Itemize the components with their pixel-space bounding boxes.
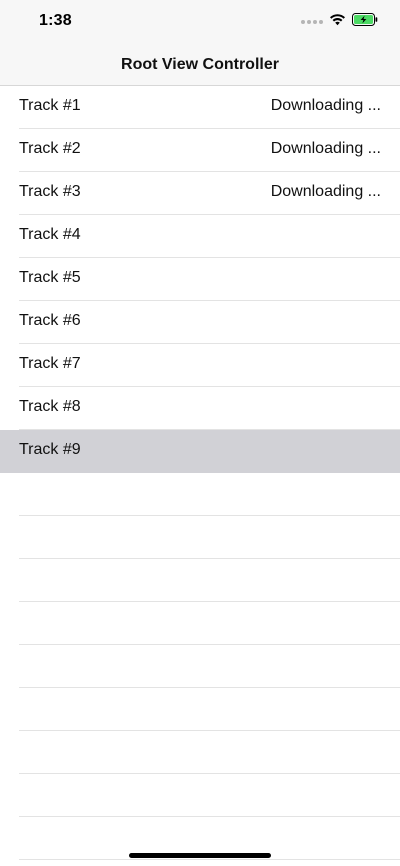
track-title: Track #3 [19,183,81,200]
track-title: Track #4 [19,226,81,243]
empty-row [19,731,400,774]
table-row[interactable]: Track #1 Downloading ... [19,86,400,129]
table-row-selected[interactable]: Track #9 [0,430,400,473]
status-time: 1:38 [39,12,72,29]
track-title: Track #9 [19,441,81,458]
empty-row [19,645,400,688]
empty-row [19,602,400,645]
table-row[interactable]: Track #5 [19,258,400,301]
download-status: Downloading ... [270,140,381,157]
wifi-icon [329,13,346,31]
table-row[interactable]: Track #6 [19,301,400,344]
tracks-table[interactable]: Track #1 Downloading ... Track #2 Downlo… [0,86,400,860]
signal-dots-icon [301,20,323,24]
screen: 1:38 Root View Controller Track #1 Downl… [0,0,400,866]
home-indicator[interactable] [129,853,271,858]
status-icons [301,13,378,31]
empty-row [19,516,400,559]
nav-title: Root View Controller [121,55,279,73]
table-row[interactable]: Track #3 Downloading ... [19,172,400,215]
empty-row [19,559,400,602]
status-bar: 1:38 [0,0,400,44]
navigation-bar: Root View Controller [0,44,400,86]
track-title: Track #8 [19,398,81,415]
table-row[interactable]: Track #8 [19,387,400,430]
track-title: Track #5 [19,269,81,286]
track-title: Track #1 [19,97,81,114]
track-title: Track #7 [19,355,81,372]
empty-row [19,688,400,731]
empty-row [19,774,400,817]
track-title: Track #6 [19,312,81,329]
download-status: Downloading ... [270,97,381,114]
battery-charging-icon [352,13,378,31]
empty-row [19,473,400,516]
download-status: Downloading ... [270,183,381,200]
table-row[interactable]: Track #2 Downloading ... [19,129,400,172]
table-row[interactable]: Track #7 [19,344,400,387]
track-title: Track #2 [19,140,81,157]
table-row[interactable]: Track #4 [19,215,400,258]
